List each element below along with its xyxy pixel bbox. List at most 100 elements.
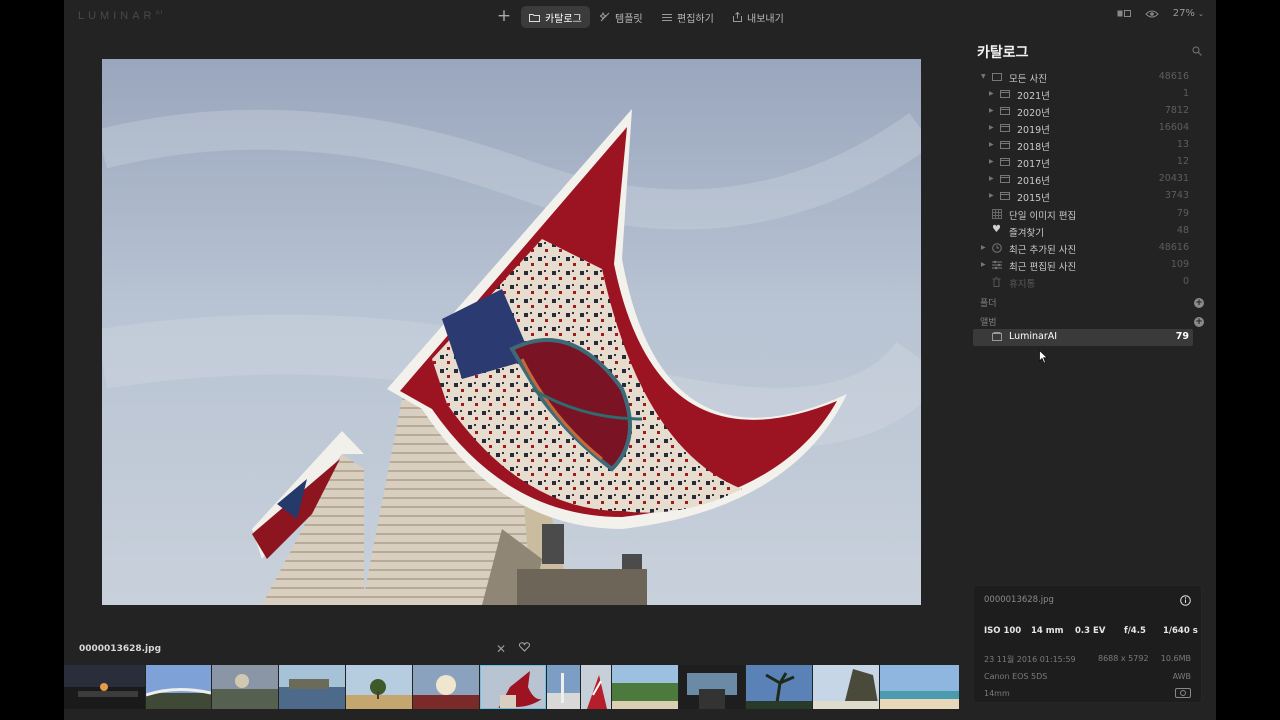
zoom-value: 27%: [1172, 8, 1195, 19]
add-photos-button[interactable]: +: [494, 6, 514, 26]
info-filename: 0000013628.jpg: [984, 595, 1054, 605]
exif-aperture: f/4.5: [1124, 626, 1146, 636]
catalog-year-2019[interactable]: ▶ 2019년 16604: [973, 120, 1193, 137]
album-label: LuminarAI: [1009, 331, 1058, 342]
tab-export-label: 내보내기: [747, 13, 784, 25]
tab-catalog[interactable]: 카탈로그: [521, 6, 590, 28]
catalog-year-2018[interactable]: ▶ 2018년 13: [973, 137, 1193, 154]
recent-added-label: 최근 추가된 사진: [1009, 245, 1077, 256]
year-label: 2015년: [1017, 193, 1050, 204]
catalog-recently-added[interactable]: ▶ 최근 추가된 사진 48616: [973, 240, 1193, 257]
recent-added-count: 48616: [1158, 242, 1189, 253]
filmstrip[interactable]: [64, 665, 959, 709]
year-count: 3743: [1164, 190, 1189, 201]
expand-right-icon[interactable]: ▶: [989, 158, 994, 165]
catalog-trash[interactable]: 휴지통 0: [973, 274, 1193, 291]
filmstrip-thumbnail[interactable]: [413, 665, 479, 709]
sliders-icon: [992, 260, 1002, 270]
filmstrip-thumbnail-selected[interactable]: [480, 665, 546, 709]
expand-right-icon[interactable]: ▶: [981, 244, 986, 251]
catalog-all-photos[interactable]: ▼ 모든 사진 48616: [973, 69, 1193, 86]
catalog-favorites[interactable]: ♥ 즐겨찾기 48: [973, 223, 1193, 240]
search-icon[interactable]: [1192, 46, 1202, 56]
catalog-year-2020[interactable]: ▶ 2020년 7812: [973, 103, 1193, 120]
recent-edited-count: 109: [1170, 259, 1189, 270]
add-folder-button[interactable]: +: [1194, 298, 1204, 308]
expand-right-icon[interactable]: ▶: [989, 141, 994, 148]
filmstrip-thumbnail[interactable]: [279, 665, 345, 709]
catalog-year-2016[interactable]: ▶ 2016년 20431: [973, 171, 1193, 188]
exif-exposure-compensation: 0.3 EV: [1075, 626, 1106, 636]
main-photo[interactable]: [102, 59, 921, 605]
catalog-year-2017[interactable]: ▶ 2017년 12: [973, 154, 1193, 171]
heart-icon: ♥: [992, 224, 1001, 235]
filmstrip-thumbnail[interactable]: [813, 665, 879, 709]
filmstrip-thumbnail[interactable]: [612, 665, 678, 709]
top-toolbar: LUMINARAI + 카탈로그 템플릿 편집하기 내보내기 27% ⌄: [64, 0, 1216, 34]
filmstrip-thumbnail[interactable]: [212, 665, 278, 709]
exif-focal-length: 14 mm: [1031, 626, 1064, 636]
year-label: 2021년: [1017, 91, 1050, 102]
filmstrip-thumbnail[interactable]: [679, 665, 745, 709]
exif-iso: ISO 100: [984, 626, 1022, 636]
trash-icon: [992, 277, 1001, 287]
calendar-icon: [1000, 192, 1010, 200]
image-info-card: 0000013628.jpg ISO 100 14 mm 0.3 EV f/4.…: [973, 585, 1202, 703]
favorite-heart-icon[interactable]: [519, 642, 530, 652]
tab-edit[interactable]: 편집하기: [654, 6, 722, 28]
view-controls: 27% ⌄: [1117, 8, 1204, 19]
calendar-icon: [1000, 141, 1010, 149]
calendar-icon: [1000, 158, 1010, 166]
app-logo: LUMINARAI: [78, 10, 164, 22]
album-item-luminarai[interactable]: LuminarAI 79: [973, 329, 1193, 346]
trash-count: 0: [1182, 276, 1189, 287]
reject-icon[interactable]: ✕: [496, 642, 506, 656]
calendar-icon: [1000, 175, 1010, 183]
catalog-year-2021[interactable]: ▶ 2021년 1: [973, 86, 1193, 103]
mouse-cursor: [1039, 350, 1049, 364]
templates-icon: [600, 12, 610, 22]
clock-icon: [992, 243, 1002, 253]
year-label: 2018년: [1017, 142, 1050, 153]
catalog-recently-edited[interactable]: ▶ 최근 편집된 사진 109: [973, 257, 1193, 274]
year-label: 2016년: [1017, 176, 1050, 187]
year-label: 2017년: [1017, 159, 1050, 170]
filmstrip-thumbnail[interactable]: [581, 665, 611, 709]
expand-down-icon[interactable]: ▼: [981, 73, 986, 80]
camera-icon: [1175, 688, 1191, 698]
panel-title: 카탈로그: [977, 45, 1029, 61]
single-edits-label: 단일 이미지 편집: [1009, 211, 1077, 222]
catalog-year-2015[interactable]: ▶ 2015년 3743: [973, 188, 1193, 205]
compare-view-icon[interactable]: [1117, 9, 1131, 18]
tab-export[interactable]: 내보내기: [725, 6, 792, 28]
year-count: 7812: [1164, 105, 1189, 116]
trash-label: 휴지통: [1009, 279, 1036, 290]
filmstrip-thumbnail[interactable]: [880, 665, 959, 709]
album-icon: [992, 332, 1002, 341]
expand-right-icon[interactable]: ▶: [989, 107, 994, 114]
filmstrip-thumbnail[interactable]: [346, 665, 412, 709]
year-count: 20431: [1158, 173, 1189, 184]
filmstrip-thumbnail[interactable]: [146, 665, 211, 709]
filmstrip-thumbnail[interactable]: [746, 665, 812, 709]
expand-right-icon[interactable]: ▶: [981, 261, 986, 268]
expand-right-icon[interactable]: ▶: [989, 124, 994, 131]
eye-icon[interactable]: [1144, 9, 1159, 19]
favorites-count: 48: [1176, 225, 1189, 236]
zoom-dropdown[interactable]: 27% ⌄: [1173, 8, 1204, 19]
add-album-button[interactable]: +: [1194, 317, 1204, 327]
catalog-panel: 카탈로그 ▼ 모든 사진 48616 ▶ 2021년 1 ▶ 2020년 781…: [969, 34, 1216, 594]
filmstrip-thumbnail[interactable]: [64, 665, 145, 709]
calendar-icon: [1000, 124, 1010, 132]
info-icon[interactable]: [1180, 595, 1191, 606]
calendar-icon: [1000, 107, 1010, 115]
tab-templates[interactable]: 템플릿: [592, 6, 651, 28]
filmstrip-thumbnail[interactable]: [547, 665, 580, 709]
chevron-down-icon: ⌄: [1198, 10, 1204, 18]
expand-right-icon[interactable]: ▶: [989, 90, 994, 97]
catalog-single-image-edits[interactable]: 단일 이미지 편집 79: [973, 206, 1193, 223]
year-count: 12: [1176, 156, 1189, 167]
expand-right-icon[interactable]: ▶: [989, 175, 994, 182]
tab-edit-label: 편집하기: [677, 13, 714, 25]
expand-right-icon[interactable]: ▶: [989, 192, 994, 199]
